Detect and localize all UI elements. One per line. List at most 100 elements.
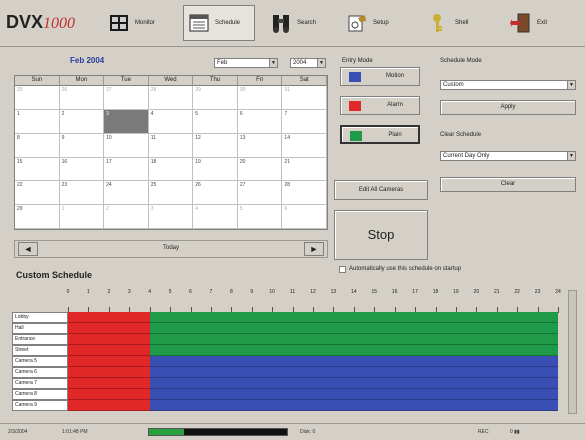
- schedule-segment-alarm[interactable]: [68, 312, 150, 323]
- calendar-day[interactable]: 28: [148, 86, 194, 110]
- calendar-day[interactable]: 25: [15, 86, 60, 110]
- calendar-day[interactable]: 17: [104, 157, 149, 182]
- calendar-day[interactable]: 13: [237, 133, 283, 158]
- calendar-day[interactable]: 14: [282, 133, 327, 158]
- month-select[interactable]: Feb ▼: [214, 58, 278, 68]
- camera-name-label[interactable]: Camera 6: [12, 367, 68, 378]
- edit-all-cameras-button[interactable]: Edit All Cameras: [334, 180, 428, 200]
- calendar-day[interactable]: 25: [148, 181, 194, 206]
- calendar-day[interactable]: 30: [237, 86, 283, 110]
- calendar-day[interactable]: 15: [15, 157, 60, 182]
- schedule-segment-alarm[interactable]: [68, 356, 150, 367]
- hour-label: 18: [432, 289, 439, 295]
- calendar-day[interactable]: 4: [148, 109, 194, 134]
- calendar-nav: ◄ Today ►: [14, 240, 328, 258]
- search-button[interactable]: Search: [270, 5, 316, 41]
- schedule-segment-alarm[interactable]: [68, 389, 150, 400]
- calendar-day[interactable]: 28: [282, 181, 327, 206]
- clear-schedule-select[interactable]: Current Day Only ▼: [440, 151, 576, 161]
- calendar-day[interactable]: 16: [59, 157, 105, 182]
- calendar-day[interactable]: 29: [193, 86, 238, 110]
- year-select[interactable]: 2004 ▼: [290, 58, 326, 68]
- calendar-day[interactable]: 23: [59, 181, 105, 206]
- schedule-segment-plain[interactable]: [149, 334, 558, 345]
- schedule-segment-alarm[interactable]: [68, 334, 150, 345]
- camera-name-label[interactable]: Entrance: [12, 334, 68, 345]
- hour-label: 12: [310, 289, 316, 295]
- monitor-button[interactable]: Monitor: [108, 5, 155, 41]
- schedule-segment-motion[interactable]: [149, 367, 558, 378]
- calendar-day[interactable]: 2: [104, 205, 149, 229]
- camera-name-label[interactable]: Camera 9: [12, 400, 68, 411]
- hour-label: 14: [351, 289, 357, 295]
- calendar-day[interactable]: 5: [237, 205, 283, 229]
- schedule-segment-motion[interactable]: [149, 356, 558, 367]
- entry-mode-alarm-button[interactable]: Alarm: [340, 96, 420, 115]
- clear-button[interactable]: Clear: [440, 177, 576, 192]
- calendar-day[interactable]: 26: [59, 86, 105, 110]
- calendar-day[interactable]: 4: [193, 205, 238, 229]
- camera-name-label[interactable]: Camera 8: [12, 389, 68, 400]
- calendar-day[interactable]: 19: [193, 157, 238, 182]
- calendar-day[interactable]: 27: [237, 181, 283, 206]
- calendar-day[interactable]: 21: [282, 157, 327, 182]
- chevron-down-icon: ▼: [567, 152, 575, 160]
- schedule-button[interactable]: Schedule: [183, 5, 255, 41]
- calendar-day[interactable]: 8: [15, 133, 60, 158]
- schedule-scrollbar[interactable]: [568, 290, 577, 414]
- schedule-segment-alarm[interactable]: [68, 400, 150, 411]
- calendar-day[interactable]: 1: [59, 205, 105, 229]
- schedule-segment-alarm[interactable]: [68, 378, 150, 389]
- schedule-segment-motion[interactable]: [149, 389, 558, 400]
- setup-button[interactable]: Setup: [346, 5, 389, 41]
- today-button[interactable]: Today: [15, 245, 327, 251]
- schedule-segment-motion[interactable]: [149, 378, 558, 389]
- calendar-day[interactable]: 3: [104, 109, 149, 134]
- calendar-day[interactable]: 6: [237, 109, 283, 134]
- camera-name-label[interactable]: Camera 5: [12, 356, 68, 367]
- schedule-segment-plain[interactable]: [149, 323, 558, 334]
- calendar-day[interactable]: 29: [15, 205, 60, 229]
- calendar-day[interactable]: 3: [148, 205, 194, 229]
- calendar-day[interactable]: 1: [15, 109, 60, 134]
- schedule-segment-alarm[interactable]: [68, 345, 150, 356]
- calendar-day[interactable]: 2: [59, 109, 105, 134]
- calendar-day[interactable]: 12: [193, 133, 238, 158]
- status-date: 2/3/2004: [8, 429, 28, 435]
- schedule-segment-plain[interactable]: [149, 345, 558, 356]
- camera-name-label[interactable]: Street: [12, 345, 68, 356]
- schedule-segment-plain[interactable]: [149, 312, 558, 323]
- apply-button[interactable]: Apply: [440, 100, 576, 115]
- shell-button[interactable]: Shell: [428, 5, 468, 41]
- schedule-segment-alarm[interactable]: [68, 323, 150, 334]
- setup-label: Setup: [373, 20, 389, 26]
- calendar-day[interactable]: 6: [282, 205, 327, 229]
- exit-button[interactable]: Exit: [510, 5, 547, 41]
- auto-schedule-checkbox[interactable]: [339, 266, 346, 273]
- calendar-day[interactable]: 18: [148, 157, 194, 182]
- hour-label: 3: [127, 289, 131, 295]
- entry-mode-plain-button[interactable]: Plain: [340, 125, 420, 144]
- calendar-day[interactable]: 7: [282, 109, 327, 134]
- calendar-day[interactable]: 31: [282, 86, 327, 110]
- calendar-day[interactable]: 26: [193, 181, 238, 206]
- schedule-row: Lobby: [12, 312, 558, 323]
- camera-name-label[interactable]: Camera 7: [12, 378, 68, 389]
- camera-name-label[interactable]: Hall: [12, 323, 68, 334]
- calendar-day[interactable]: 11: [148, 133, 194, 158]
- next-month-button[interactable]: ►: [304, 242, 324, 256]
- status-indicator: 0 ▮▮: [510, 429, 520, 435]
- calendar-day[interactable]: 9: [59, 133, 105, 158]
- entry-mode-motion-button[interactable]: Motion: [340, 67, 420, 86]
- calendar-day[interactable]: 24: [104, 181, 149, 206]
- calendar-day[interactable]: 20: [237, 157, 283, 182]
- schedule-mode-select[interactable]: Custom ▼: [440, 80, 576, 90]
- calendar-day[interactable]: 10: [104, 133, 149, 158]
- stop-button[interactable]: Stop: [334, 210, 428, 260]
- camera-name-label[interactable]: Lobby: [12, 312, 68, 323]
- schedule-segment-alarm[interactable]: [68, 367, 150, 378]
- schedule-segment-motion[interactable]: [149, 400, 558, 411]
- calendar-day[interactable]: 5: [193, 109, 238, 134]
- calendar-day[interactable]: 27: [104, 86, 149, 110]
- calendar-day[interactable]: 22: [15, 181, 60, 206]
